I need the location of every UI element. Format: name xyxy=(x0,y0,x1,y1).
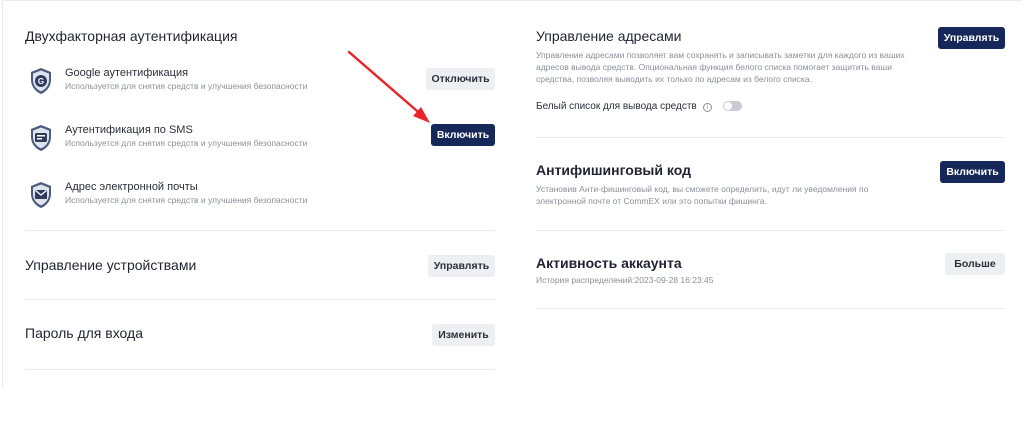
method-google-auth: G Google аутентификация Используется для… xyxy=(25,67,495,107)
method-desc: Используется для снятия средств и улучше… xyxy=(65,81,308,91)
method-email: Адрес электронной почты Используется для… xyxy=(25,181,495,221)
method-name: Аутентификация по SMS xyxy=(65,124,193,136)
divider xyxy=(536,230,1005,231)
address-management-title: Управление адресами xyxy=(536,28,682,44)
svg-text:G: G xyxy=(38,77,44,86)
divider xyxy=(25,230,495,231)
google-auth-shield-icon: G xyxy=(29,67,53,95)
enable-sms-auth-button[interactable]: Включить xyxy=(431,124,495,146)
enable-anti-phishing-button[interactable]: Включить xyxy=(940,161,1005,183)
manage-addresses-button[interactable]: Управлять xyxy=(938,27,1005,49)
two-factor-title: Двухфакторная аутентификация xyxy=(25,28,238,44)
anti-phishing-title: Антифишинговый код xyxy=(536,162,691,178)
email-shield-icon xyxy=(29,181,53,209)
divider xyxy=(25,299,495,300)
login-password-title: Пароль для входа xyxy=(25,325,143,341)
more-activity-button[interactable]: Больше xyxy=(945,253,1005,275)
disable-google-auth-button[interactable]: Отключить xyxy=(426,68,495,90)
toggle-knob xyxy=(724,102,732,110)
method-name: Google аутентификация xyxy=(65,67,189,79)
whitelist-toggle[interactable] xyxy=(723,101,742,111)
method-desc: Используется для снятия средств и улучше… xyxy=(65,138,308,148)
method-desc: Используется для снятия средств и улучше… xyxy=(65,195,308,205)
account-activity-title: Активность аккаунта xyxy=(536,255,682,271)
change-password-button[interactable]: Изменить xyxy=(432,324,495,346)
activity-history: История распределений:2023-09-28 16:23:4… xyxy=(536,275,714,285)
method-sms-auth: Аутентификация по SMS Используется для с… xyxy=(25,124,495,164)
divider xyxy=(25,369,495,370)
divider xyxy=(536,308,1005,309)
anti-phishing-desc: Установив Анти-фишинговый код, вы сможет… xyxy=(536,184,869,206)
info-icon[interactable]: i xyxy=(703,103,712,112)
manage-devices-button[interactable]: Управлять xyxy=(428,255,495,277)
devices-title: Управление устройствами xyxy=(25,257,197,273)
whitelist-label: Белый список для вывода средств xyxy=(536,101,697,112)
sms-shield-icon xyxy=(29,124,53,152)
method-name: Адрес электронной почты xyxy=(65,181,198,193)
divider xyxy=(536,137,1005,138)
address-management-desc: Управление адресами позволяет вам сохран… xyxy=(536,50,905,84)
